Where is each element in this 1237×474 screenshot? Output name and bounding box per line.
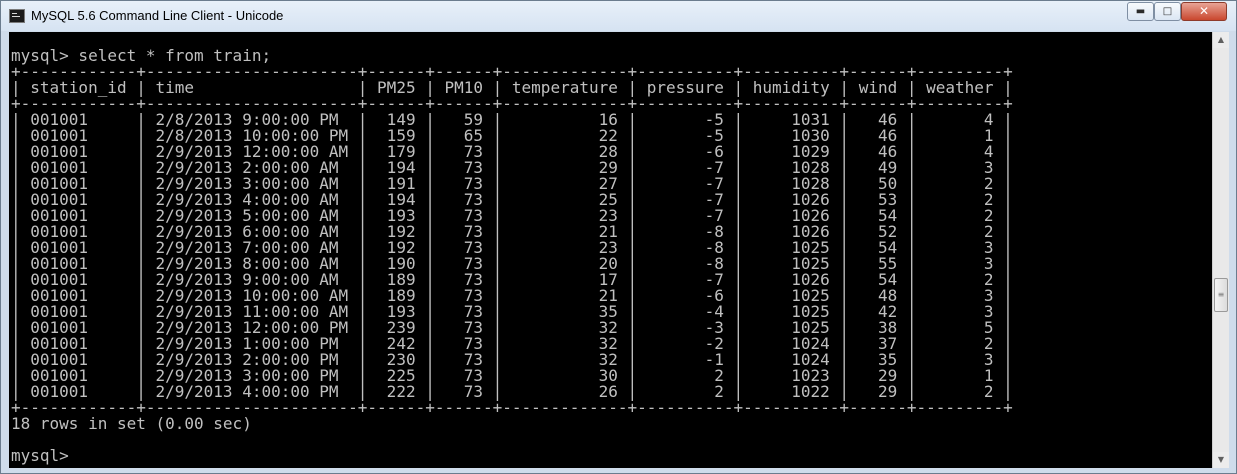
scroll-thumb[interactable]: ≡ [1214, 278, 1228, 312]
close-button[interactable]: ✕ [1181, 2, 1227, 21]
scroll-up-arrow-icon[interactable]: ▲ [1213, 32, 1229, 48]
console-app-icon[interactable] [9, 9, 25, 23]
mysql-prompt[interactable]: mysql> [11, 446, 69, 465]
title-bar[interactable]: MySQL 5.6 Command Line Client - Unicode … [1, 1, 1236, 31]
console-output[interactable]: mysql> select * from train; +-----------… [9, 32, 1212, 468]
maximize-button[interactable]: □ [1154, 2, 1181, 21]
console-window: MySQL 5.6 Command Line Client - Unicode … [0, 0, 1237, 474]
scroll-down-arrow-icon[interactable]: ▼ [1213, 452, 1229, 468]
window-title: MySQL 5.6 Command Line Client - Unicode [31, 8, 284, 23]
minimize-button[interactable]: ▬ [1127, 2, 1154, 21]
vertical-scrollbar[interactable]: ▲ ≡ ▼ [1212, 32, 1229, 468]
console-text: mysql> select * from train; +-----------… [11, 48, 1013, 464]
result-summary: 18 rows in set (0.00 sec) [11, 414, 252, 433]
